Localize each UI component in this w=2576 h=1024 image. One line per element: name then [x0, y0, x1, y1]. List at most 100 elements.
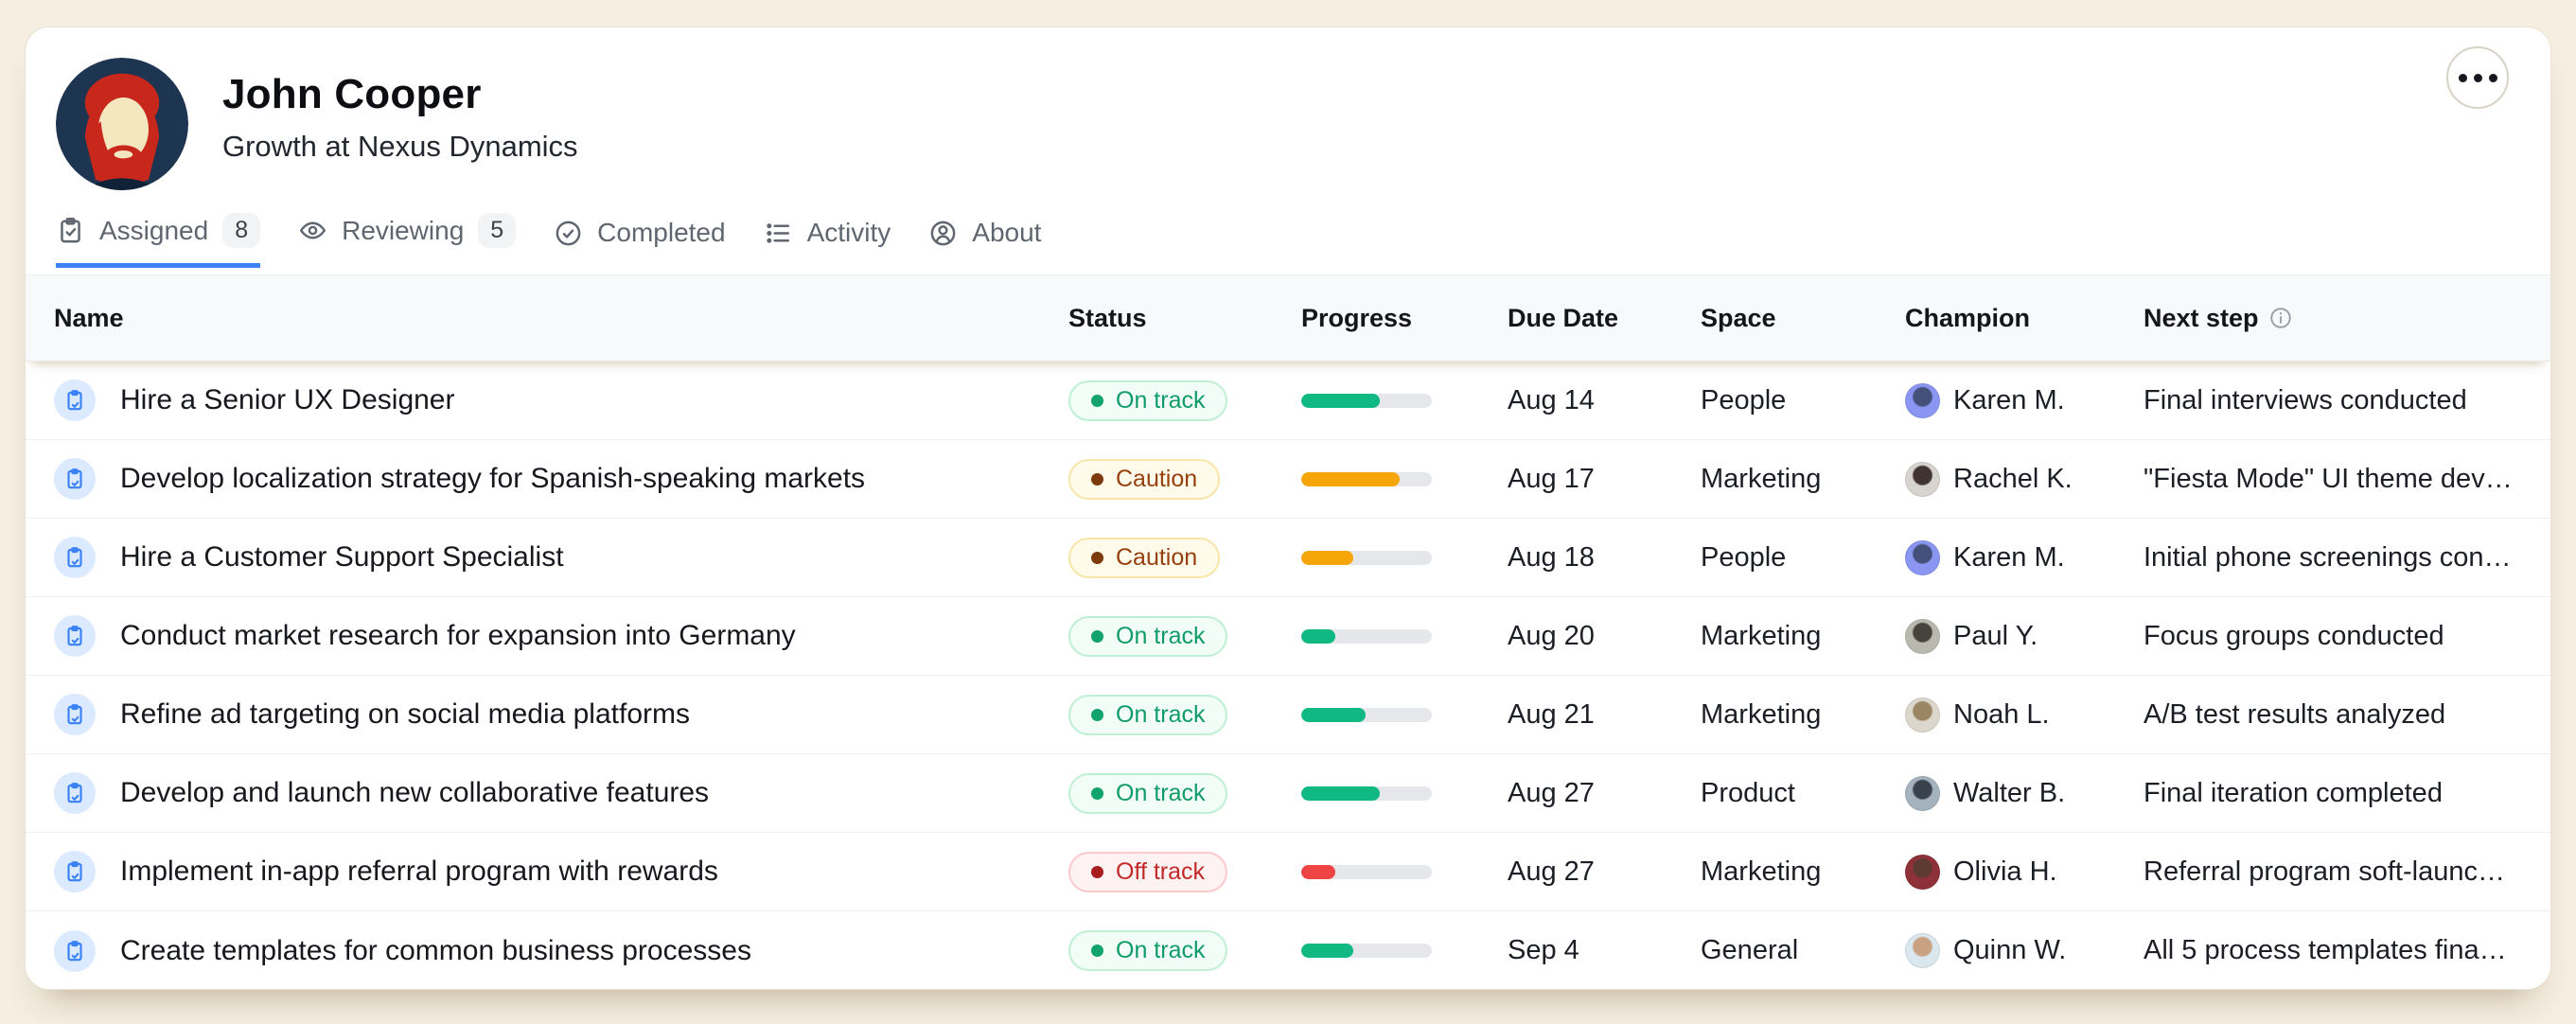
progress-cell: [1301, 551, 1508, 565]
space: General: [1701, 935, 1905, 966]
status-cell: On track: [1068, 773, 1301, 814]
champion-name: Quinn W.: [1953, 935, 2066, 966]
status-label: Off track: [1116, 858, 1205, 886]
activity-list-icon: [764, 219, 793, 248]
champion-avatar: [1905, 462, 1940, 497]
champion-cell: Walter B.: [1905, 776, 2144, 811]
column-header-champion: Champion: [1905, 304, 2144, 333]
tab-label: Activity: [807, 218, 891, 248]
space: Product: [1701, 778, 1905, 809]
status-cell: On track: [1068, 616, 1301, 657]
progress-fill: [1301, 944, 1353, 958]
champion-cell: Paul Y.: [1905, 619, 2144, 654]
tab-label: Reviewing: [342, 216, 464, 246]
progress-cell: [1301, 472, 1508, 486]
task-name-cell: Refine ad targeting on social media plat…: [54, 694, 1068, 735]
status-label: On track: [1116, 701, 1205, 729]
next-step: Initial phone screenings con…: [2144, 542, 2522, 574]
champion-name: Olivia H.: [1953, 856, 2057, 888]
task-name: Hire a Senior UX Designer: [120, 384, 454, 416]
status-cell: Caution: [1068, 459, 1301, 500]
status-label: On track: [1116, 937, 1205, 964]
champion-name: Rachel K.: [1953, 464, 2073, 495]
progress-fill: [1301, 394, 1380, 408]
status-label: On track: [1116, 623, 1205, 650]
tab-reviewing[interactable]: Reviewing 5: [298, 213, 516, 268]
task-name-cell: Develop and launch new collaborative fea…: [54, 772, 1068, 814]
due-date: Aug 17: [1508, 464, 1701, 495]
progress-cell: [1301, 944, 1508, 958]
task-name-cell: Hire a Senior UX Designer: [54, 380, 1068, 421]
column-header-space: Space: [1701, 304, 1905, 333]
tab-bar: Assigned 8 Reviewing 5 Completed Activit…: [26, 190, 2550, 268]
status-dot-icon: [1091, 630, 1103, 643]
progress-fill: [1301, 708, 1366, 722]
profile-header: John Cooper Growth at Nexus Dynamics: [26, 27, 2550, 190]
status-badge: On track: [1068, 616, 1227, 657]
table-row[interactable]: Refine ad targeting on social media plat…: [26, 676, 2550, 754]
task-name: Conduct market research for expansion in…: [120, 620, 796, 652]
tab-completed[interactable]: Completed: [554, 218, 725, 268]
status-badge: Caution: [1068, 459, 1220, 500]
champion-avatar: [1905, 933, 1940, 968]
table-body: Hire a Senior UX Designer On track Aug 1…: [26, 362, 2550, 990]
progress-bar: [1301, 708, 1432, 722]
task-clipboard-icon: [54, 930, 96, 972]
next-step: Referral program soft-launc…: [2144, 856, 2522, 888]
ellipsis-dot: [2474, 74, 2482, 82]
progress-cell: [1301, 629, 1508, 644]
tab-label: About: [972, 218, 1041, 248]
status-badge: On track: [1068, 380, 1227, 421]
table-row[interactable]: Conduct market research for expansion in…: [26, 597, 2550, 676]
profile-subtitle: Growth at Nexus Dynamics: [222, 130, 578, 164]
progress-fill: [1301, 472, 1400, 486]
more-options-button[interactable]: [2446, 46, 2509, 109]
table-row[interactable]: Create templates for common business pro…: [26, 911, 2550, 990]
table-header: Name Status Progress Due Date Space Cham…: [26, 274, 2550, 362]
champion-avatar: [1905, 383, 1940, 418]
progress-bar: [1301, 551, 1432, 565]
progress-fill: [1301, 629, 1335, 644]
due-date: Aug 21: [1508, 699, 1701, 731]
table-row[interactable]: Hire a Customer Support Specialist Cauti…: [26, 519, 2550, 597]
next-step: "Fiesta Mode" UI theme dev…: [2144, 464, 2522, 495]
tab-assigned[interactable]: Assigned 8: [56, 213, 260, 268]
table-row[interactable]: Develop and launch new collaborative fea…: [26, 754, 2550, 833]
due-date: Sep 4: [1508, 935, 1701, 966]
task-clipboard-icon: [54, 772, 96, 814]
task-clipboard-icon: [54, 615, 96, 657]
task-name: Hire a Customer Support Specialist: [120, 541, 564, 574]
profile-portrait-illustration: [56, 58, 188, 190]
status-cell: On track: [1068, 695, 1301, 735]
task-clipboard-icon: [54, 380, 96, 421]
champion-cell: Noah L.: [1905, 697, 2144, 733]
progress-fill: [1301, 551, 1353, 565]
table-row[interactable]: Hire a Senior UX Designer On track Aug 1…: [26, 362, 2550, 440]
champion-avatar: [1905, 540, 1940, 575]
status-badge: Off track: [1068, 852, 1227, 892]
progress-cell: [1301, 708, 1508, 722]
status-cell: On track: [1068, 380, 1301, 421]
table-row[interactable]: Implement in-app referral program with r…: [26, 833, 2550, 911]
table-row[interactable]: Develop localization strategy for Spanis…: [26, 440, 2550, 519]
next-step: Focus groups conducted: [2144, 621, 2522, 652]
progress-bar: [1301, 786, 1432, 801]
next-step: Final iteration completed: [2144, 778, 2522, 809]
progress-cell: [1301, 394, 1508, 408]
ellipsis-dot: [2459, 74, 2467, 82]
status-badge: On track: [1068, 695, 1227, 735]
champion-cell: Karen M.: [1905, 383, 2144, 418]
tab-about[interactable]: About: [928, 218, 1041, 268]
task-name-cell: Hire a Customer Support Specialist: [54, 537, 1068, 578]
progress-bar: [1301, 394, 1432, 408]
status-badge: Caution: [1068, 538, 1220, 578]
tab-count-badge: 5: [478, 213, 516, 248]
status-dot-icon: [1091, 395, 1103, 407]
tab-activity[interactable]: Activity: [764, 218, 891, 268]
profile-name: John Cooper: [222, 71, 578, 118]
info-icon[interactable]: [2268, 306, 2293, 330]
task-clipboard-icon: [54, 537, 96, 578]
space: Marketing: [1701, 699, 1905, 731]
champion-cell: Karen M.: [1905, 540, 2144, 575]
task-name: Develop and launch new collaborative fea…: [120, 777, 709, 809]
